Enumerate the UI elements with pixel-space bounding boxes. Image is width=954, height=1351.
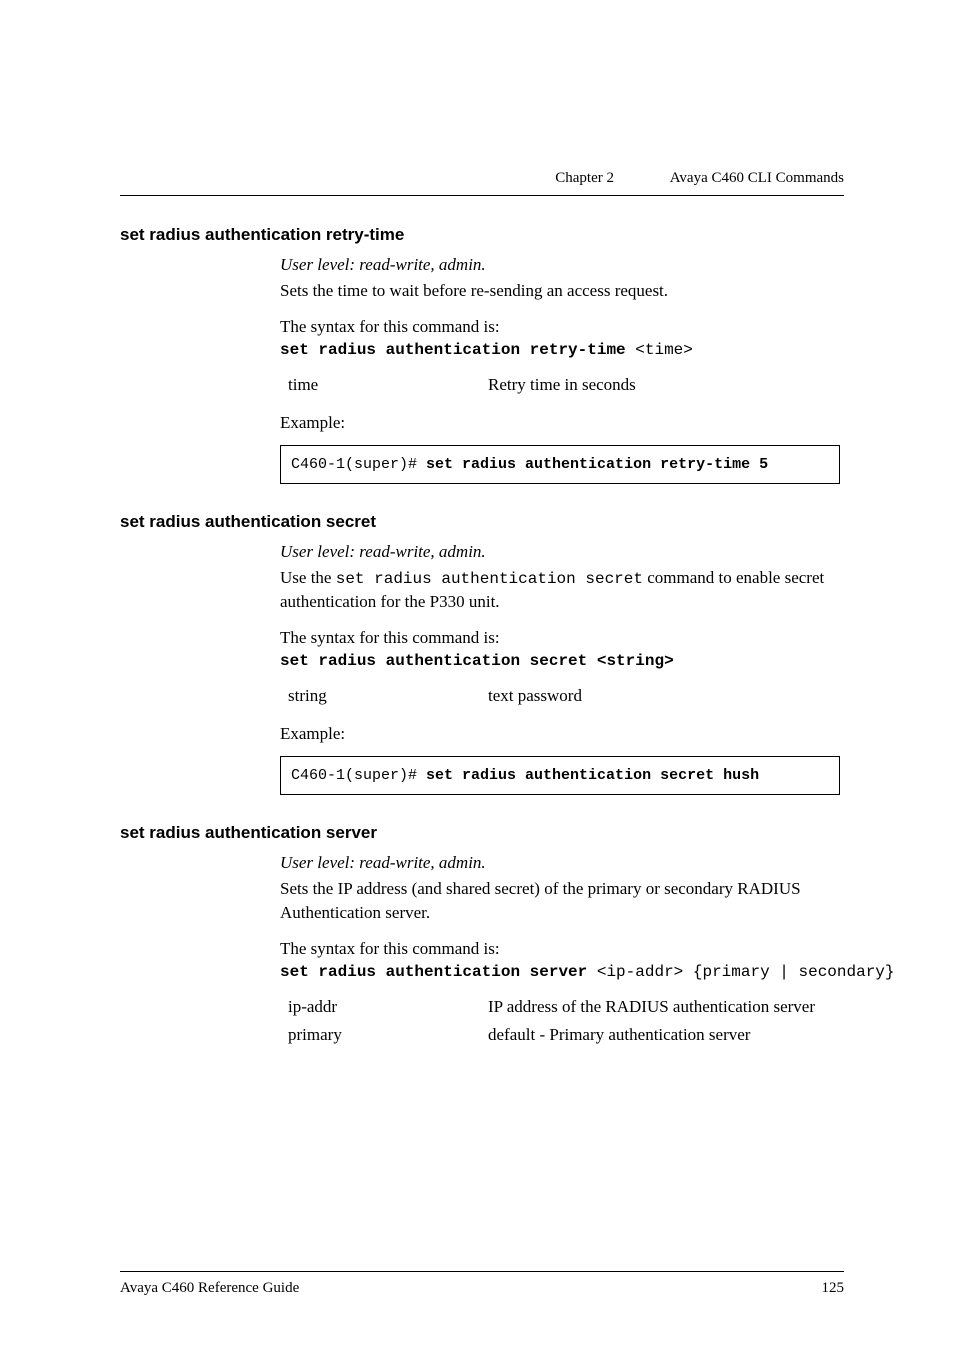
param-row: primary default - Primary authentication… — [280, 1025, 844, 1045]
description: Use the set radius authentication secret… — [280, 566, 844, 614]
header-title: Avaya C460 CLI Commands — [670, 170, 844, 187]
header-rule — [120, 195, 844, 196]
param-row: string text password — [280, 686, 844, 706]
param-desc: default - Primary authentication server — [488, 1025, 844, 1045]
syntax-label: The syntax for this command is: — [280, 628, 844, 648]
user-level: User level: read-write, admin. — [280, 253, 844, 277]
example-command: set radius authentication retry-time 5 — [426, 456, 768, 473]
syntax-line: set radius authentication secret <string… — [280, 650, 844, 672]
desc-code: set radius authentication secret — [336, 570, 643, 588]
param-desc: IP address of the RADIUS authentication … — [488, 997, 844, 1017]
param-row: time Retry time in seconds — [280, 375, 844, 395]
description: Sets the IP address (and shared secret) … — [280, 877, 844, 925]
example-prompt: C460-1(super)# — [291, 767, 426, 784]
user-level: User level: read-write, admin. — [280, 540, 844, 564]
param-name: time — [280, 375, 488, 395]
user-level: User level: read-write, admin. — [280, 851, 844, 875]
example-label: Example: — [280, 724, 844, 744]
desc-pre: Use the — [280, 568, 336, 587]
content: set radius authentication retry-time Use… — [120, 225, 844, 1063]
page: Chapter 2 Avaya C460 CLI Commands set ra… — [0, 0, 954, 1351]
syntax-args: <ip-addr> {primary | secondary} — [587, 963, 894, 981]
syntax-label: The syntax for this command is: — [280, 317, 844, 337]
example-box: C460-1(super)# set radius authentication… — [280, 756, 840, 795]
syntax-line: set radius authentication retry-time <ti… — [280, 339, 844, 361]
page-footer: Avaya C460 Reference Guide 125 — [120, 1271, 844, 1297]
param-row: ip-addr IP address of the RADIUS authent… — [280, 997, 844, 1017]
param-name: string — [280, 686, 488, 706]
syntax-command: set radius authentication server — [280, 963, 587, 981]
syntax-line: set radius authentication server <ip-add… — [280, 961, 844, 983]
example-label: Example: — [280, 413, 844, 433]
param-desc: text password — [488, 686, 844, 706]
section-heading-server: set radius authentication server — [120, 823, 844, 843]
syntax-args: <time> — [626, 341, 693, 359]
description: Sets the time to wait before re-sending … — [280, 279, 844, 303]
param-name: primary — [280, 1025, 488, 1045]
example-command: set radius authentication secret hush — [426, 767, 759, 784]
page-number: 125 — [822, 1280, 845, 1297]
example-box: C460-1(super)# set radius authentication… — [280, 445, 840, 484]
param-name: ip-addr — [280, 997, 488, 1017]
section-heading-secret: set radius authentication secret — [120, 512, 844, 532]
header-chapter: Chapter 2 — [555, 170, 614, 187]
example-prompt: C460-1(super)# — [291, 456, 426, 473]
section-heading-retry-time: set radius authentication retry-time — [120, 225, 844, 245]
param-desc: Retry time in seconds — [488, 375, 844, 395]
syntax-label: The syntax for this command is: — [280, 939, 844, 959]
syntax-command: set radius authentication retry-time — [280, 341, 626, 359]
footer-title: Avaya C460 Reference Guide — [120, 1280, 299, 1297]
